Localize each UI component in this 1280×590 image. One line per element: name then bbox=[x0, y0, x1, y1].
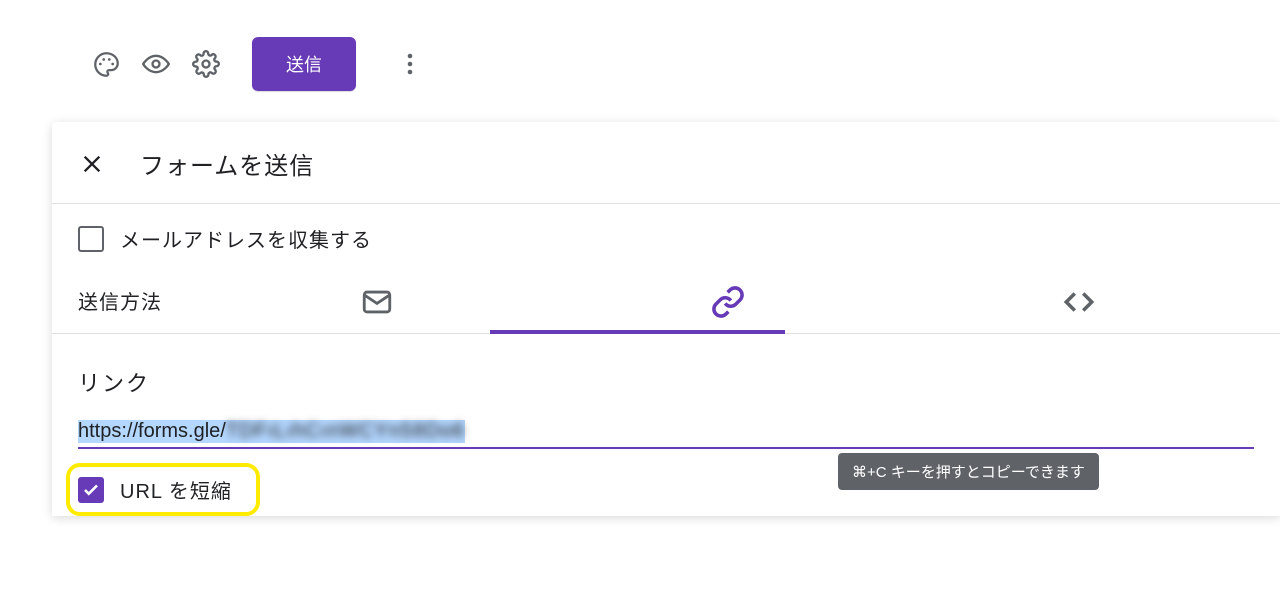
send-method-tabs bbox=[202, 285, 1254, 333]
link-section-title: リンク bbox=[52, 334, 1280, 420]
collect-email-row: メールアドレスを収集する bbox=[52, 204, 1280, 275]
url-code: TDFıLıhCınWCYn58Do6 bbox=[226, 420, 465, 442]
send-button[interactable]: 送信 bbox=[252, 37, 356, 91]
tab-email[interactable] bbox=[202, 285, 553, 333]
tab-link[interactable] bbox=[553, 285, 904, 333]
top-toolbar: 送信 bbox=[0, 0, 1280, 100]
shorten-url-checkbox[interactable] bbox=[78, 477, 104, 503]
send-method-row: 送信方法 bbox=[52, 275, 1280, 334]
shorten-url-label: URL を短縮 bbox=[120, 475, 232, 504]
palette-icon[interactable] bbox=[92, 50, 120, 78]
shorten-url-highlight: URL を短縮 bbox=[66, 463, 260, 516]
url-options-row: URL を短縮 ⌘+C キーを押すとコピーできます bbox=[52, 449, 1280, 516]
share-url-field[interactable]: https://forms.gle/TDFıLıhCınWCYn58Do6 bbox=[78, 420, 1254, 449]
tab-embed[interactable] bbox=[903, 285, 1254, 333]
send-form-dialog: フォームを送信 メールアドレスを収集する 送信方法 bbox=[52, 122, 1280, 516]
dialog-title: フォームを送信 bbox=[140, 146, 314, 181]
url-prefix: https://forms.gle/ bbox=[78, 420, 226, 442]
collect-email-label: メールアドレスを収集する bbox=[120, 224, 372, 253]
close-icon[interactable] bbox=[78, 150, 106, 178]
copy-tooltip: ⌘+C キーを押すとコピーできます bbox=[838, 453, 1099, 490]
collect-email-checkbox[interactable] bbox=[78, 226, 104, 252]
active-tab-indicator bbox=[490, 330, 785, 334]
dialog-header: フォームを送信 bbox=[52, 122, 1280, 204]
more-icon[interactable] bbox=[396, 50, 424, 78]
send-method-label: 送信方法 bbox=[78, 286, 162, 333]
gear-icon[interactable] bbox=[192, 50, 220, 78]
preview-icon[interactable] bbox=[142, 50, 170, 78]
